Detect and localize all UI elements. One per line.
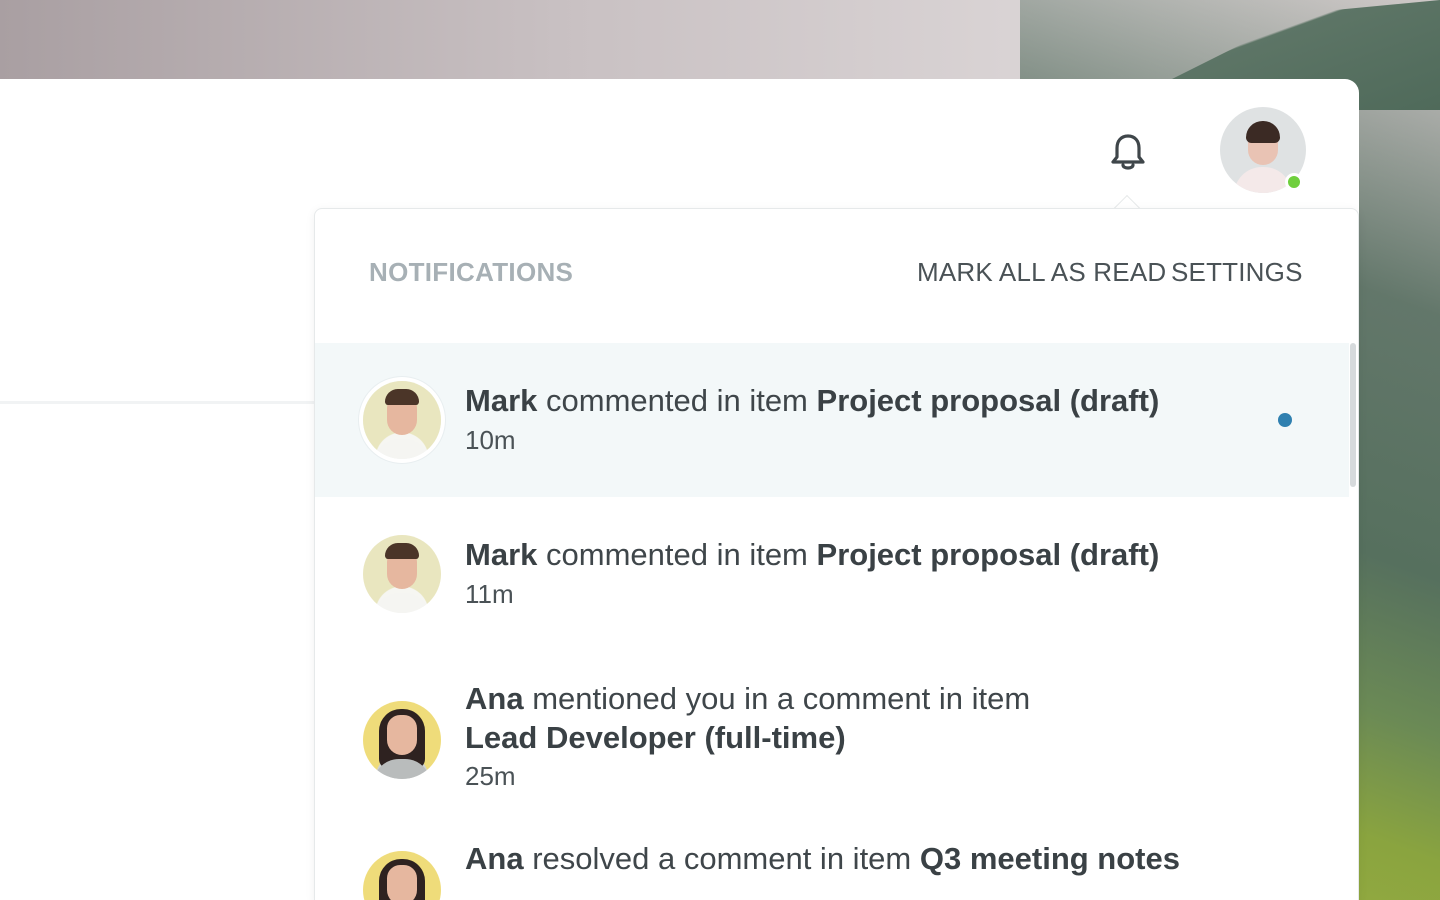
- online-status-dot: [1285, 173, 1303, 191]
- avatar-mark: [363, 535, 441, 613]
- notifications-popover: NOTIFICATIONS MARK ALL AS READ SETTINGS …: [314, 208, 1359, 900]
- scrollbar[interactable]: [1350, 343, 1356, 487]
- avatar-ana: [363, 701, 441, 779]
- notification-list: Mark commented in item Project proposal …: [315, 343, 1349, 900]
- popover-header: NOTIFICATIONS MARK ALL AS READ SETTINGS: [315, 209, 1358, 343]
- settings-button[interactable]: SETTINGS: [1171, 257, 1303, 288]
- notification-item[interactable]: Mark commented in item Project proposal …: [315, 497, 1349, 647]
- avatar-ana: [363, 851, 441, 900]
- notification-time: 10m: [465, 425, 516, 455]
- notification-item[interactable]: Ana mentioned you in a comment in item L…: [315, 647, 1349, 807]
- popover-title: NOTIFICATIONS: [369, 257, 574, 287]
- notification-text: Mark commented in item Project proposal …: [465, 537, 1160, 572]
- notification-item[interactable]: Ana resolved a comment in item Q3 meetin…: [315, 807, 1349, 900]
- avatar-mark: [363, 381, 441, 459]
- notification-text: Ana mentioned you in a comment in item L…: [465, 681, 1031, 755]
- notification-item[interactable]: Mark commented in item Project proposal …: [315, 343, 1349, 497]
- notification-text: Mark commented in item Project proposal …: [465, 383, 1160, 418]
- notification-time: 11m: [465, 579, 514, 609]
- notification-time: 25m: [465, 761, 516, 791]
- bell-icon: [1111, 134, 1145, 170]
- panel-divider: [0, 401, 316, 404]
- mark-all-as-read-button[interactable]: MARK ALL AS READ: [917, 257, 1166, 288]
- unread-indicator[interactable]: [1278, 413, 1292, 427]
- notifications-bell-button[interactable]: [1104, 128, 1152, 176]
- notification-text: Ana resolved a comment in item Q3 meetin…: [465, 841, 1180, 876]
